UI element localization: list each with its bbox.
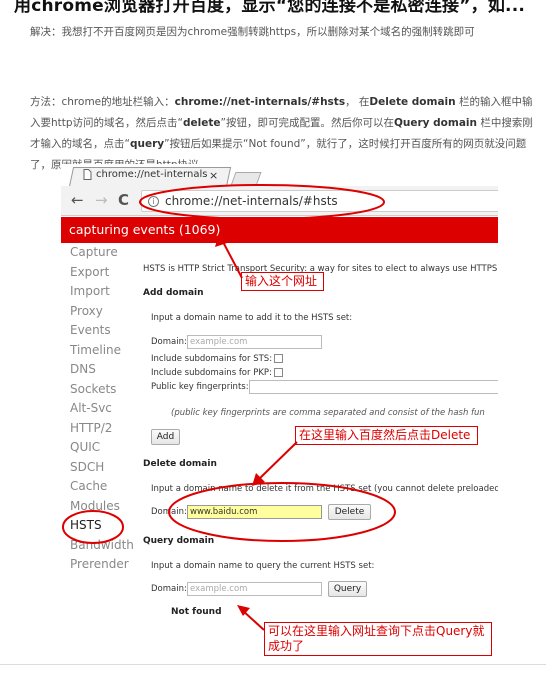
query-domain-label: Domain: xyxy=(151,584,187,594)
sidebar-item-events[interactable]: Events xyxy=(61,321,131,341)
query-result: Not found xyxy=(171,607,222,617)
method-text-4: ”按钮，即可完成配置。然后你可以在 xyxy=(220,117,394,129)
annotation-enter-url: 输入这个网址 xyxy=(241,272,324,291)
method-delete-domain: Delete domain xyxy=(369,96,456,108)
sidebar-item-proxy[interactable]: Proxy xyxy=(61,302,131,322)
address-bar[interactable]: i chrome://net-internals/#hsts xyxy=(141,190,498,212)
pkp-label: Include subdomains for PKP: xyxy=(151,368,272,378)
method-text-1: 方法：chrome的地址栏输入： xyxy=(30,96,175,108)
sidebar-item-quic[interactable]: QUIC xyxy=(61,438,131,458)
query-domain-desc: Input a domain name to query the current… xyxy=(151,561,375,571)
forward-icon[interactable]: → xyxy=(95,191,108,209)
page-icon xyxy=(83,169,92,180)
browser-screenshot: chrome://net-internals × ← → C i chrome:… xyxy=(61,164,498,660)
sidebar-item-prerender[interactable]: Prerender xyxy=(61,555,131,575)
delete-domain-label: Domain: xyxy=(151,507,187,517)
article-title: 用chrome浏览器打开百度，显示“您的连接不是私密连接”，如... xyxy=(14,0,526,16)
sidebar-item-dns[interactable]: DNS xyxy=(61,360,131,380)
delete-domain-input[interactable]: www.baidu.com xyxy=(187,505,322,519)
query-domain-input[interactable]: example.com xyxy=(187,582,322,596)
new-tab-button[interactable] xyxy=(230,172,262,186)
query-button[interactable]: Query xyxy=(328,581,367,597)
sts-label: Include subdomains for STS: xyxy=(151,354,273,364)
annotation-delete-baidu: 在这里输入百度然后点击Delete xyxy=(295,426,478,445)
add-button[interactable]: Add xyxy=(151,429,180,445)
sidebar-item-import[interactable]: Import xyxy=(61,282,131,302)
browser-toolbar: ← → C i chrome://net-internals/#hsts xyxy=(61,186,498,216)
tab-strip: chrome://net-internals × xyxy=(61,164,498,187)
net-internals-sidebar: Capture Export Import Proxy Events Timel… xyxy=(61,243,134,575)
capture-status-bar: capturing events (1069) xyxy=(61,217,498,243)
sidebar-item-http2[interactable]: HTTP/2 xyxy=(61,419,131,439)
address-text: chrome://net-internals/#hsts xyxy=(165,194,338,208)
back-icon[interactable]: ← xyxy=(71,191,84,209)
delete-domain-heading: Delete domain xyxy=(143,459,217,469)
method-query-domain: Query domain xyxy=(393,117,477,129)
pkp-checkbox[interactable] xyxy=(274,368,283,377)
page-bottom-rule xyxy=(0,664,546,665)
fingerprints-label: Public key fingerprints: xyxy=(151,382,249,392)
solution-paragraph: 解决：我想打不开百度网页是因为chrome强制转跳https，所以删除对某个域名… xyxy=(30,26,475,38)
info-icon[interactable]: i xyxy=(148,195,159,207)
add-domain-label: Domain: xyxy=(151,337,187,347)
fingerprints-note: (public key fingerprints are comma separ… xyxy=(171,408,485,418)
method-delete: delete xyxy=(183,117,221,129)
add-domain-desc: Input a domain name to add it to the HST… xyxy=(151,313,353,323)
sidebar-item-sockets[interactable]: Sockets xyxy=(61,380,131,400)
sidebar-item-modules[interactable]: Modules xyxy=(61,497,131,517)
sidebar-item-capture[interactable]: Capture xyxy=(61,243,131,263)
method-url: chrome://net-internals/#hsts xyxy=(174,96,346,108)
reload-icon[interactable]: C xyxy=(118,191,129,209)
delete-button[interactable]: Delete xyxy=(328,504,371,520)
method-text-2: ， 在 xyxy=(345,96,370,108)
annotation-query: 可以在这里输入网址查询下点击Query就成功了 xyxy=(264,622,492,656)
add-domain-input[interactable]: example.com xyxy=(187,335,322,349)
sts-checkbox[interactable] xyxy=(274,354,283,363)
sidebar-item-export[interactable]: Export xyxy=(61,263,131,283)
method-query: query xyxy=(129,138,165,150)
sidebar-item-timeline[interactable]: Timeline xyxy=(61,341,131,361)
query-domain-heading: Query domain xyxy=(143,536,215,546)
tab-close-icon[interactable]: × xyxy=(209,169,218,182)
sidebar-item-alt-svc[interactable]: Alt-Svc xyxy=(61,399,131,419)
tab-label-group: chrome://net-internals xyxy=(83,169,207,180)
sidebar-item-bandwidth[interactable]: Bandwidth xyxy=(61,536,134,556)
sidebar-item-sdch[interactable]: SDCH xyxy=(61,458,131,478)
sidebar-item-hsts[interactable]: HSTS xyxy=(61,516,131,536)
fingerprints-input[interactable] xyxy=(249,380,498,394)
tab-title: chrome://net-internals xyxy=(96,169,208,180)
delete-domain-desc: Input a domain name to delete it from th… xyxy=(151,484,498,494)
add-domain-heading: Add domain xyxy=(143,288,204,298)
sidebar-item-cache[interactable]: Cache xyxy=(61,477,131,497)
